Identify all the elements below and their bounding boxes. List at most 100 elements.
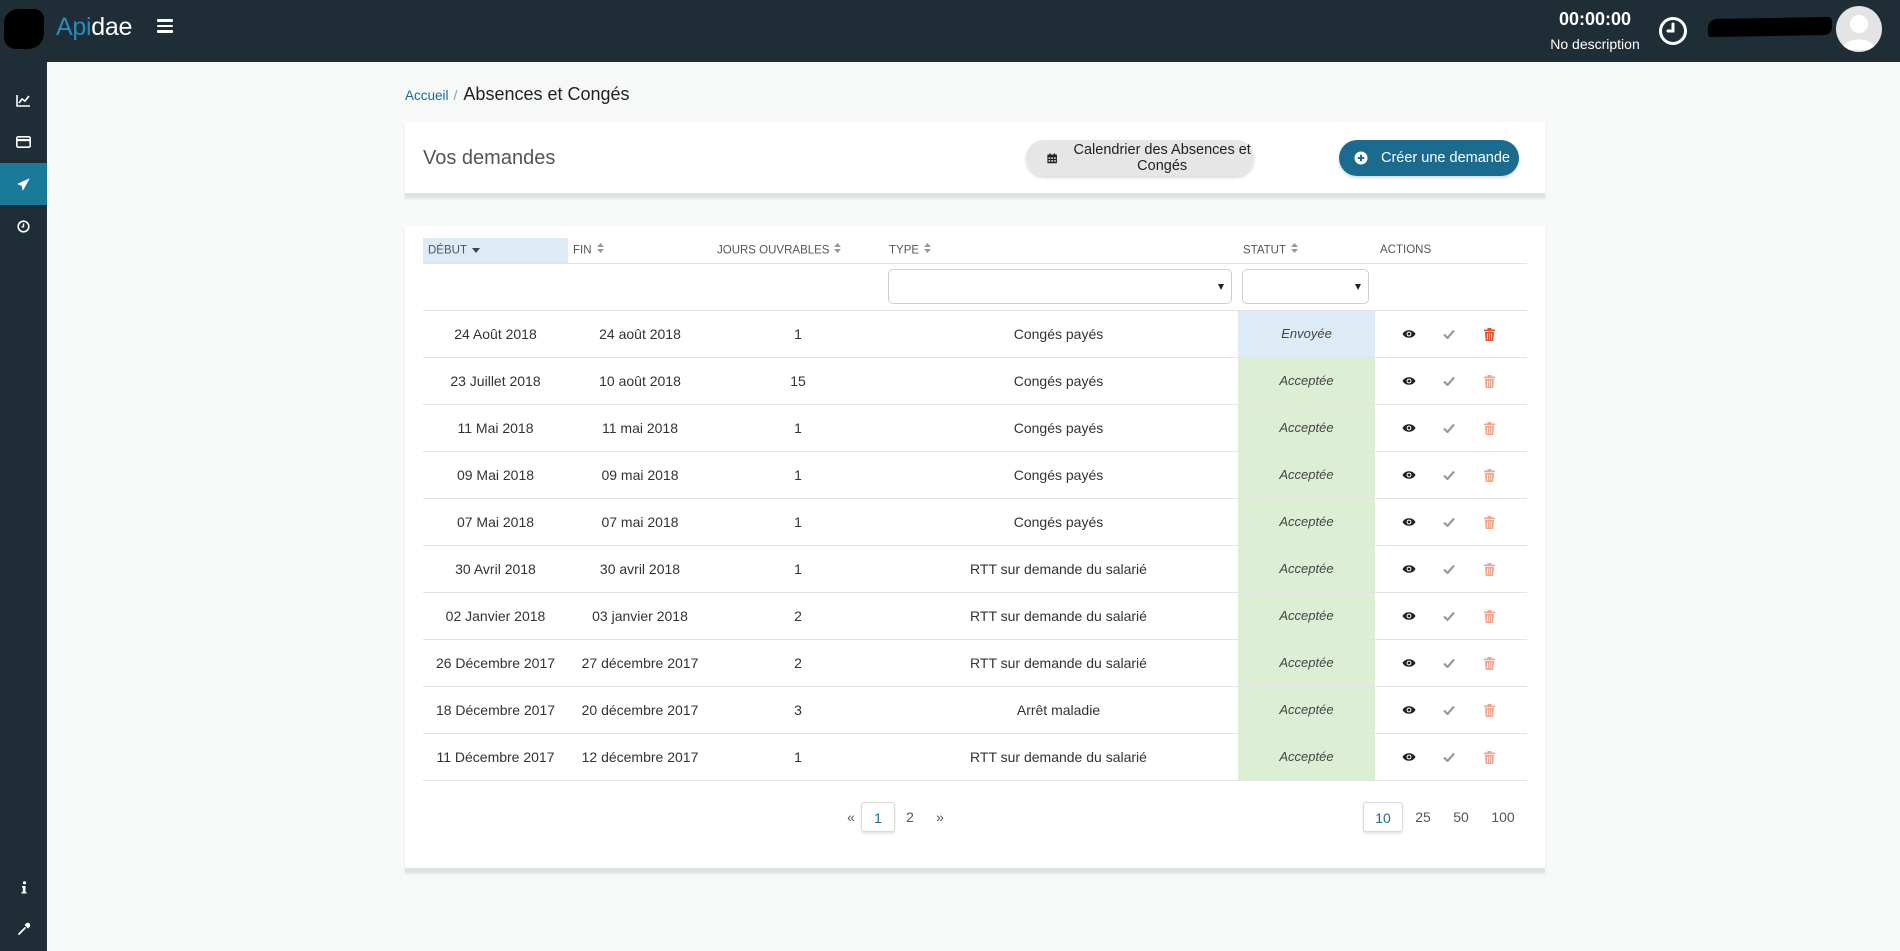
status-badge: Acceptée <box>1238 734 1375 780</box>
column-label: Fin <box>573 244 592 257</box>
status-badge: Acceptée <box>1238 358 1375 404</box>
pagination-page-2[interactable]: 2 <box>896 802 924 832</box>
eye-icon[interactable] <box>1400 607 1418 625</box>
sidebar-item-color[interactable] <box>0 908 47 950</box>
table-row: 11 Mai 2018 11 mai 2018 1 Congés payés Accep… <box>423 405 1527 452</box>
logo-text-part1: Api <box>56 13 92 41</box>
breadcrumb-home-link[interactable]: Accueil <box>405 88 449 103</box>
page-size-50[interactable]: 50 <box>1443 802 1479 832</box>
column-header-debut[interactable]: Début <box>423 238 568 263</box>
cell-type: Congés payés <box>1013 420 1104 436</box>
cell-jours: 15 <box>790 373 806 389</box>
trash-icon[interactable] <box>1480 748 1498 766</box>
eye-icon[interactable] <box>1400 372 1418 390</box>
page-size-100[interactable]: 100 <box>1481 802 1525 832</box>
status-badge: Acceptée <box>1238 499 1375 545</box>
check-icon[interactable] <box>1440 325 1458 343</box>
cell-fin: 12 décembre 2017 <box>581 749 699 765</box>
cell-type: RTT sur demande du salarié <box>970 608 1147 624</box>
cell-type: RTT sur demande du salarié <box>970 655 1147 671</box>
eye-icon[interactable] <box>1400 466 1418 484</box>
trash-icon[interactable] <box>1480 372 1498 390</box>
column-label: Actions <box>1380 244 1432 256</box>
check-icon[interactable] <box>1440 513 1458 531</box>
eye-icon[interactable] <box>1400 748 1418 766</box>
trash-icon[interactable] <box>1480 560 1498 578</box>
cell-fin: 20 décembre 2017 <box>581 702 699 718</box>
cell-type: RTT sur demande du salarié <box>970 749 1147 765</box>
column-header-type[interactable]: Type <box>884 238 1233 263</box>
check-icon[interactable] <box>1440 372 1458 390</box>
sidebar-item-expenses[interactable] <box>0 121 47 163</box>
menu-icon[interactable] <box>157 19 173 35</box>
eye-icon[interactable] <box>1400 325 1418 343</box>
chevron-down-icon <box>1355 284 1361 290</box>
cell-type: RTT sur demande du salarié <box>970 561 1147 577</box>
trash-icon[interactable] <box>1480 607 1498 625</box>
check-icon[interactable] <box>1440 607 1458 625</box>
trash-icon[interactable] <box>1480 325 1498 343</box>
column-label: Type <box>889 244 920 257</box>
check-icon[interactable] <box>1440 466 1458 484</box>
pagination-next[interactable]: » <box>926 802 954 832</box>
user-name-redacted <box>1707 16 1833 38</box>
plus-circle-icon <box>1354 151 1368 165</box>
trash-icon[interactable] <box>1480 513 1498 531</box>
page-size-10[interactable]: 10 <box>1363 802 1403 832</box>
sidebar-item-time[interactable] <box>0 205 47 247</box>
eye-icon[interactable] <box>1400 560 1418 578</box>
create-request-button[interactable]: Créer une demande <box>1339 140 1519 176</box>
column-header-statut[interactable]: Statut <box>1238 238 1375 263</box>
chart-line-icon <box>16 94 30 107</box>
eye-icon[interactable] <box>1400 701 1418 719</box>
trash-icon[interactable] <box>1480 419 1498 437</box>
eye-icon[interactable] <box>1400 654 1418 672</box>
page-size-25[interactable]: 25 <box>1405 802 1441 832</box>
trash-icon[interactable] <box>1480 701 1498 719</box>
sidebar-item-absences[interactable] <box>0 163 47 205</box>
column-header-jours[interactable]: Jours ouvrables <box>712 238 884 263</box>
eye-icon[interactable] <box>1400 513 1418 531</box>
check-icon[interactable] <box>1440 654 1458 672</box>
cell-type: Arrêt maladie <box>1016 702 1101 718</box>
sidebar-item-info[interactable] <box>0 866 47 908</box>
status-badge: Acceptée <box>1238 405 1375 451</box>
calendar-button[interactable]: Calendrier des Absences et Congés <box>1026 140 1254 176</box>
sidebar-item-statistics[interactable] <box>0 79 47 121</box>
credit-card-icon <box>16 136 31 148</box>
status-badge: Acceptée <box>1238 687 1375 733</box>
table-row: 24 Août 2018 24 août 2018 1 Congés payés Env… <box>423 311 1527 358</box>
header-divider <box>423 263 1527 264</box>
clock-icon[interactable] <box>1657 15 1689 47</box>
pagination-page-1[interactable]: 1 <box>861 802 895 832</box>
time-tracker[interactable]: 00:00:00 No description <box>1540 9 1650 52</box>
avatar[interactable] <box>1836 6 1882 52</box>
app-logo[interactable]: Apidae <box>56 13 132 42</box>
cell-fin: 03 janvier 2018 <box>592 608 688 624</box>
cell-fin: 10 août 2018 <box>599 373 681 389</box>
check-icon[interactable] <box>1440 701 1458 719</box>
breadcrumb-separator: / <box>453 87 458 103</box>
column-header-actions: Actions <box>1375 238 1527 263</box>
calendar-button-label: Calendrier des Absences et Congés <box>1073 142 1251 174</box>
cell-fin: 24 août 2018 <box>599 326 681 342</box>
clock-icon <box>17 219 30 233</box>
status-filter-select[interactable] <box>1242 269 1369 304</box>
info-icon <box>21 880 26 893</box>
eyedropper-icon <box>17 922 30 935</box>
type-filter-select[interactable] <box>888 269 1232 304</box>
column-label: Statut <box>1243 244 1287 257</box>
trash-icon[interactable] <box>1480 654 1498 672</box>
plane-icon <box>17 178 30 190</box>
cell-type: Congés payés <box>1013 514 1104 530</box>
table-row: 30 Avril 2018 30 avril 2018 1 RTT sur deman… <box>423 546 1527 593</box>
column-header-fin[interactable]: Fin <box>568 238 712 263</box>
status-badge: Acceptée <box>1238 546 1375 592</box>
cell-debut: 11 Décembre 2017 <box>436 749 555 765</box>
eye-icon[interactable] <box>1400 419 1418 437</box>
check-icon[interactable] <box>1440 419 1458 437</box>
trash-icon[interactable] <box>1480 466 1498 484</box>
check-icon[interactable] <box>1440 748 1458 766</box>
check-icon[interactable] <box>1440 560 1458 578</box>
cell-jours: 1 <box>794 420 802 436</box>
